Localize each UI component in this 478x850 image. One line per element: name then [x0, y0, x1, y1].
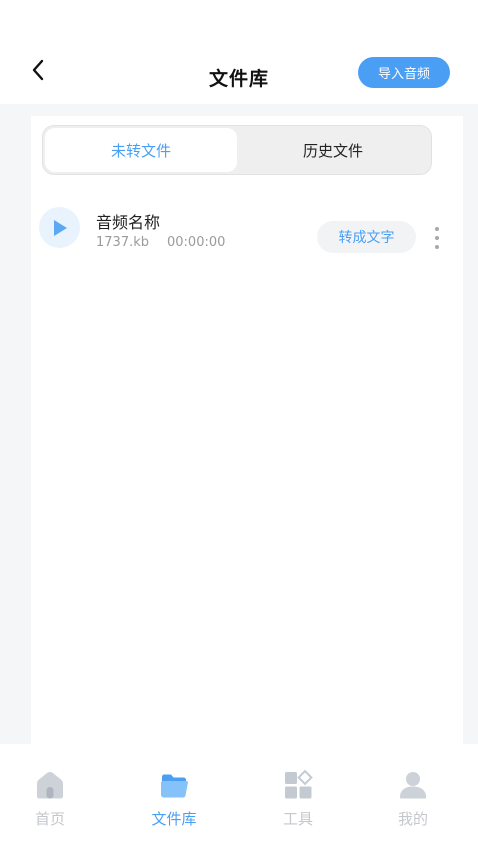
nav-label-home: 首页 [34, 810, 65, 828]
nav-item-home[interactable]: 首页 [0, 744, 100, 850]
file-library-content: 未转文件 历史文件 音频名称 1737.kb 00:00:00 转成文字 [31, 116, 463, 746]
tab-unconverted-files[interactable]: 未转文件 [45, 128, 237, 172]
tab-bar: 未转文件 历史文件 [42, 125, 432, 175]
bottom-nav: 首页 文件库 工具 我的 [0, 744, 478, 850]
screen: 文件库 导入音频 未转文件 历史文件 音频名称 1737.kb 00:00:00… [0, 0, 478, 850]
nav-item-tools[interactable]: 工具 [248, 744, 348, 850]
tools-icon [283, 770, 313, 800]
import-audio-button[interactable]: 导入音频 [358, 57, 450, 88]
nav-item-file-library[interactable]: 文件库 [100, 744, 248, 850]
nav-label-file-library: 文件库 [151, 810, 197, 828]
nav-label-tools: 工具 [282, 810, 313, 828]
more-dot [435, 236, 439, 240]
nav-label-mine: 我的 [397, 810, 428, 828]
convert-to-text-button[interactable]: 转成文字 [317, 221, 416, 253]
play-button[interactable] [39, 207, 80, 248]
nav-item-mine[interactable]: 我的 [348, 744, 478, 850]
folder-icon [159, 770, 189, 800]
file-size: 1737.kb [96, 235, 149, 250]
home-icon [35, 770, 65, 800]
tab-history-files[interactable]: 历史文件 [237, 128, 429, 172]
more-dot [435, 245, 439, 249]
file-meta: 1737.kb 00:00:00 [96, 235, 225, 250]
more-dot [435, 227, 439, 231]
play-icon [53, 219, 67, 236]
file-name: 音频名称 [96, 213, 161, 232]
user-icon [398, 770, 428, 800]
list-item[interactable]: 音频名称 1737.kb 00:00:00 转成文字 [39, 205, 451, 257]
header: 文件库 导入音频 [0, 0, 478, 104]
more-options-icon[interactable] [429, 225, 445, 251]
file-duration: 00:00:00 [167, 235, 226, 250]
